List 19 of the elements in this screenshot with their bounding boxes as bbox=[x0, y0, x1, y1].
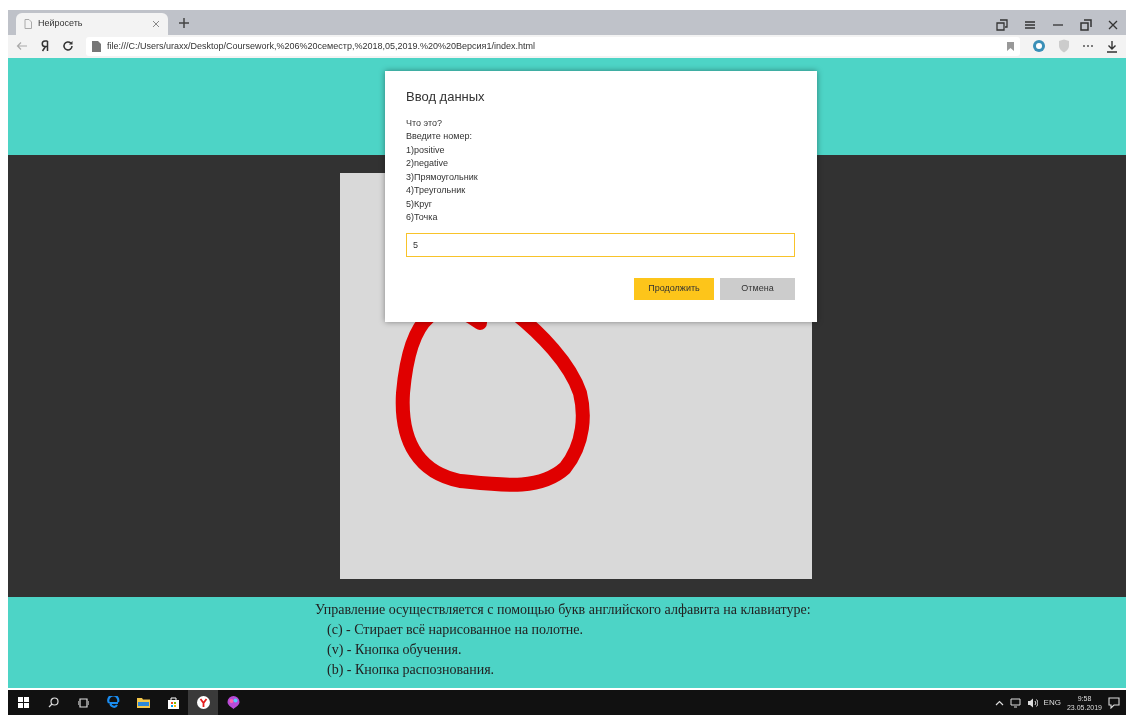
dialog-text: 4)Треугольник bbox=[406, 184, 467, 198]
dialog-text: Введите номер: bbox=[406, 130, 473, 144]
dialog-text: 6)Точка bbox=[406, 211, 439, 225]
browser-tab[interactable]: Нейросеть bbox=[16, 12, 168, 35]
dialog-text: 3)Прямоугольник bbox=[406, 170, 479, 184]
input-field[interactable]: 5 bbox=[406, 232, 795, 257]
dialog-text: 1)positive bbox=[406, 143, 446, 157]
continue-button[interactable]: Продолжить bbox=[634, 277, 714, 300]
dialog-title: Ввод данных bbox=[406, 89, 486, 105]
key-hint: (c) - Стирает всё нарисованное на полотне. bbox=[326, 621, 585, 640]
key-hint: (v) - Кнопка обучения. bbox=[326, 641, 463, 660]
instructions-text: Управление осуществляется с помощью букв английского алфавита на клавиатуре: bbox=[315, 601, 812, 620]
key-hint: (b) - Кнопка распознования. bbox=[326, 661, 496, 680]
language-indicator[interactable]: ENG bbox=[1043, 696, 1061, 709]
address-field[interactable]: file:///C:/Users/uraxx/Desktop/Coursework,%206%20семестр,%2018,05,2019.%20%20Версия1/index.html bbox=[86, 36, 1020, 56]
dialog-text: 2)negative bbox=[406, 157, 450, 171]
dialog-text: 5)Круг bbox=[406, 197, 433, 211]
dialog-text: Что это? bbox=[406, 116, 443, 130]
cancel-button[interactable]: Отмена bbox=[720, 277, 795, 300]
